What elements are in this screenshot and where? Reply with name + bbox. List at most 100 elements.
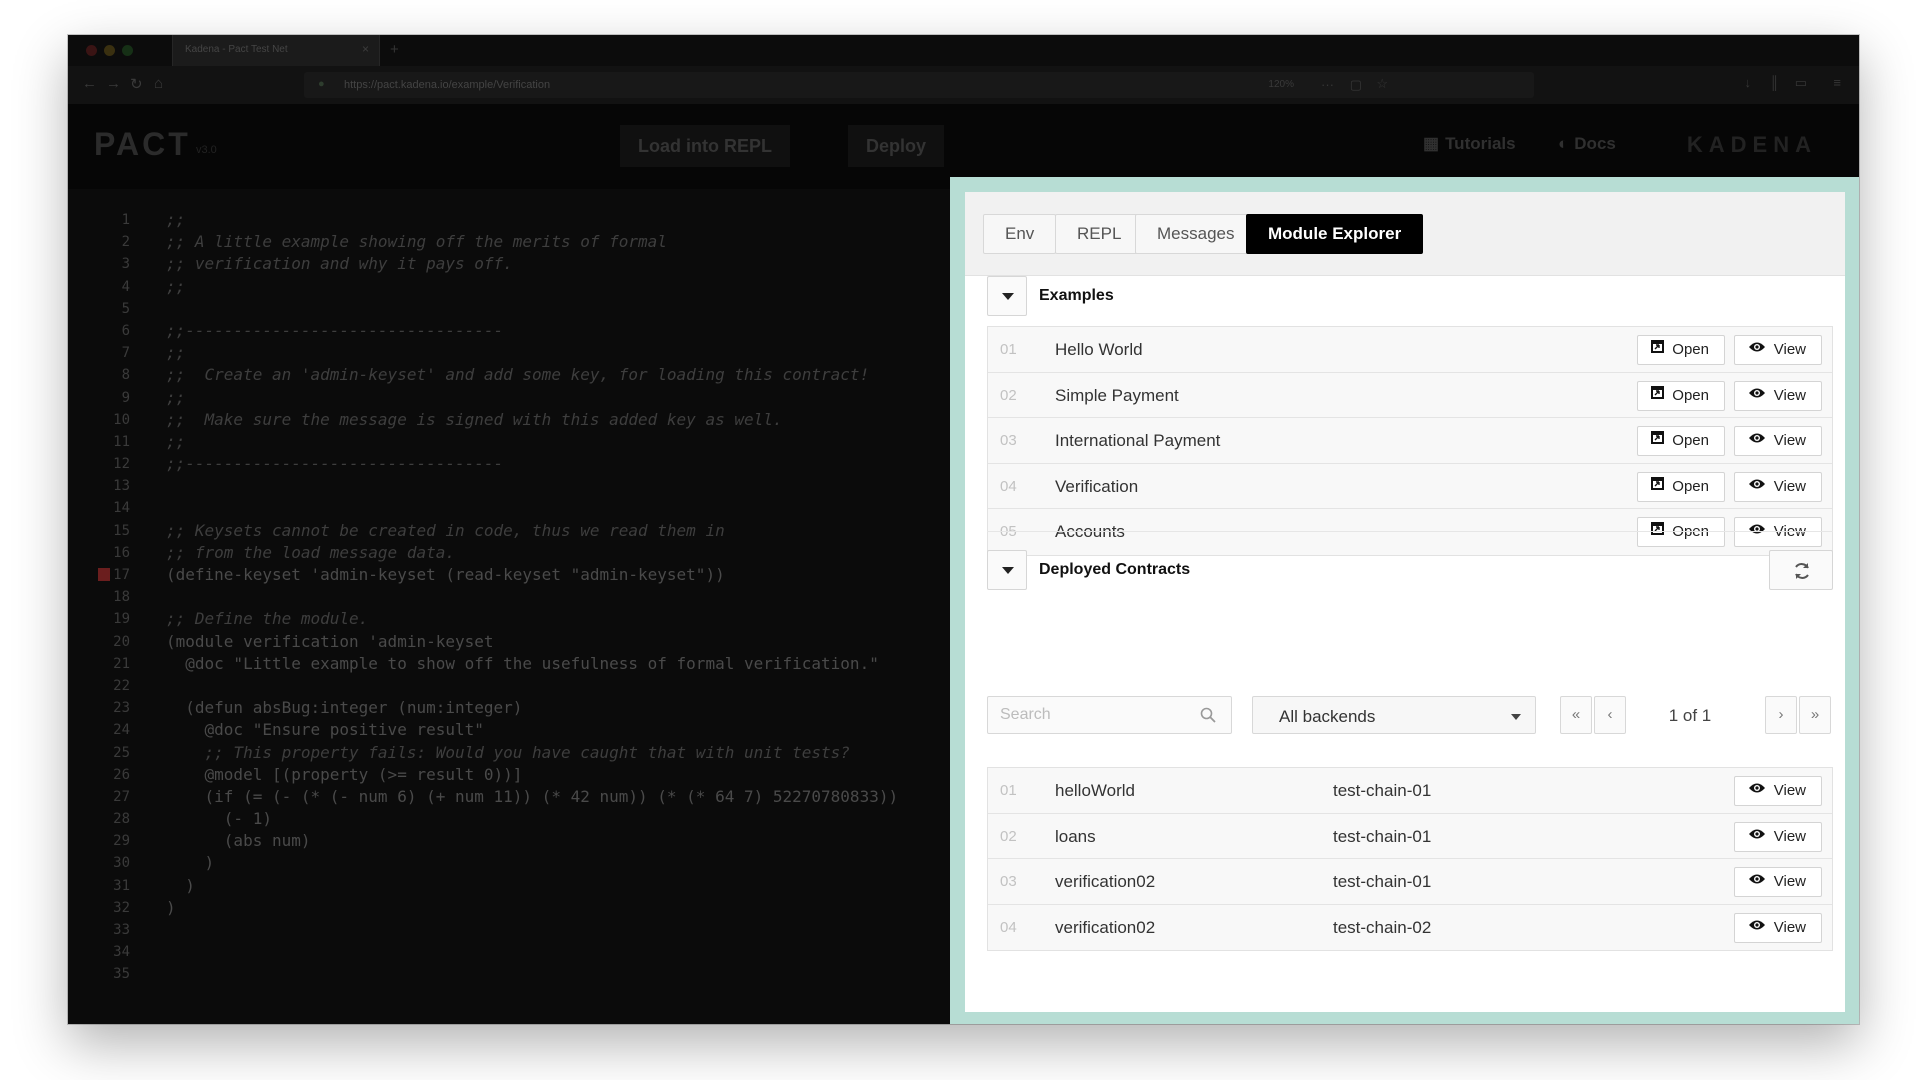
view-button[interactable]: View [1733,471,1822,502]
menu-icon[interactable]: ≡ [1833,75,1841,90]
sidebar-icon[interactable]: ▭ [1795,75,1807,91]
reload-icon[interactable]: ↻ [130,75,143,93]
prev-page-button[interactable]: ‹ [1594,696,1626,734]
code-line: 7;; [68,342,950,364]
page-indicator: 1 of 1 [1668,706,1712,725]
window-zoom-dot[interactable] [122,45,133,56]
examples-collapse-toggle[interactable] [987,276,1027,316]
view-button[interactable]: View [1733,426,1822,457]
view-button[interactable]: View [1733,335,1822,365]
back-icon[interactable]: ← [82,75,97,92]
next-page-button[interactable]: › [1765,696,1797,734]
open-button[interactable]: Open [1637,471,1725,502]
last-page-button[interactable]: » [1799,696,1831,734]
line-number: 33 [113,922,130,938]
examples-list: 01 Hello World Open View 02 Simple Payme… [987,326,1833,556]
load-into-repl-button[interactable]: Load into REPL [620,125,790,167]
code-line: 2 ;; A little example showing off the mer… [68,231,950,253]
open-label: Open [1672,341,1709,358]
view-button[interactable]: View [1733,912,1822,943]
home-icon[interactable]: ⌂ [154,75,163,92]
forward-icon[interactable]: → [106,75,121,92]
view-button[interactable]: View [1733,380,1822,411]
window-minimize-dot[interactable] [104,45,115,56]
reader-view-icon[interactable]: ▢ [1350,77,1362,93]
view-button[interactable]: View [1733,867,1822,898]
line-number: 13 [113,478,130,495]
download-icon[interactable]: ↓ [1745,75,1752,90]
code-line: 29 (abs num) [68,830,950,852]
tab-repl[interactable]: REPL [1055,214,1144,254]
code-line: 26 @model [(property (>= result 0))] [68,764,950,786]
tutorials-icon: ▦ [1423,134,1440,153]
view-button[interactable]: View [1733,517,1822,548]
bookmark-star-icon[interactable]: ☆ [1376,76,1388,92]
code-line: 35 [68,963,950,985]
more-actions-icon[interactable]: ··· [1321,77,1334,92]
code-editor[interactable]: 1;; 2 ;; A little example showing off the … [68,189,950,1024]
contract-chain: test-chain-01 [1333,826,1432,846]
refresh-icon [1795,563,1809,579]
tutorials-link[interactable]: ▦ Tutorials [1423,134,1516,154]
code-text: ;;--------------------------------- [166,454,504,474]
code-line: 34 [68,941,950,963]
search-input[interactable] [987,696,1232,734]
browser-toolbar: ← → ↻ ⌂ ● https://pact.kadena.io/example… [68,66,1859,104]
refresh-button[interactable] [1769,550,1833,590]
contract-number: 03 [1000,873,1017,891]
view-button[interactable]: View [1733,821,1822,852]
tab-module-explorer[interactable]: Module Explorer [1246,214,1424,254]
deploy-button[interactable]: Deploy [848,125,945,167]
view-label: View [1773,873,1806,891]
docs-link[interactable]: ◐ Docs [1558,134,1616,154]
code-line: 1;; [68,209,950,231]
address-bar[interactable]: ● https://pact.kadena.io/example/Verific… [304,72,1534,98]
browser-window: Kadena - Pact Test Net × + ← → ↻ ⌂ ● htt… [68,35,1859,1024]
tab-messages[interactable]: Messages [1135,214,1257,254]
examples-header: Examples [987,276,1833,316]
line-number: 31 [113,877,130,894]
backend-select[interactable]: All backends [1252,696,1536,734]
first-page-button[interactable]: « [1560,696,1592,734]
open-button[interactable]: Open [1637,380,1725,411]
deployed-collapse-toggle[interactable] [987,550,1027,590]
window-close-dot[interactable] [86,45,97,56]
open-icon [1651,335,1665,363]
code-text: ;; verification and why it pays off. [166,254,513,274]
line-number: 19 [113,611,130,628]
line-number: 24 [113,722,130,739]
code-line: 3 ;; verification and why it pays off. [68,253,950,275]
code-line: 6 ;;--------------------------------- [68,320,950,342]
line-number: 20 [113,633,130,650]
code-line: 19 ;; Define the module. [68,608,950,630]
line-number: 6 [121,322,130,339]
open-button[interactable]: Open [1637,517,1725,548]
open-button[interactable]: Open [1637,335,1725,365]
browser-tab[interactable]: Kadena - Pact Test Net × [172,35,380,66]
example-row: 02 Simple Payment Open View [988,372,1832,419]
new-tab-icon[interactable]: + [390,41,399,58]
module-explorer-frame: Env REPL Messages Module Explorer Exampl… [950,177,1859,1024]
tab-env[interactable]: Env [983,214,1057,254]
eye-icon [1748,426,1766,454]
code-text: (- 1) [166,809,272,829]
code-text: (abs num) [166,831,311,851]
code-line: 22 [68,675,950,697]
code-line: 28 (- 1) [68,808,950,830]
code-line: 4;; [68,276,950,298]
view-label: View [1773,386,1806,404]
line-number: 12 [113,456,130,473]
contract-name: verification02 [1055,872,1156,892]
contract-chain: test-chain-02 [1333,917,1432,937]
open-button[interactable]: Open [1637,426,1725,457]
library-icon[interactable]: ║ [1770,75,1779,90]
view-button[interactable]: View [1733,776,1822,806]
code-line: 14 [68,497,950,519]
error-marker-icon[interactable] [98,568,110,581]
code-line: 10 ;; Make sure the message is signed wit… [68,409,950,431]
open-label: Open [1672,386,1709,404]
chevron-down-icon [1511,714,1521,720]
close-tab-icon[interactable]: × [362,42,369,56]
zoom-level[interactable]: 120% [1268,79,1294,90]
code-line: 15 ;; Keysets cannot be created in code, … [68,520,950,542]
